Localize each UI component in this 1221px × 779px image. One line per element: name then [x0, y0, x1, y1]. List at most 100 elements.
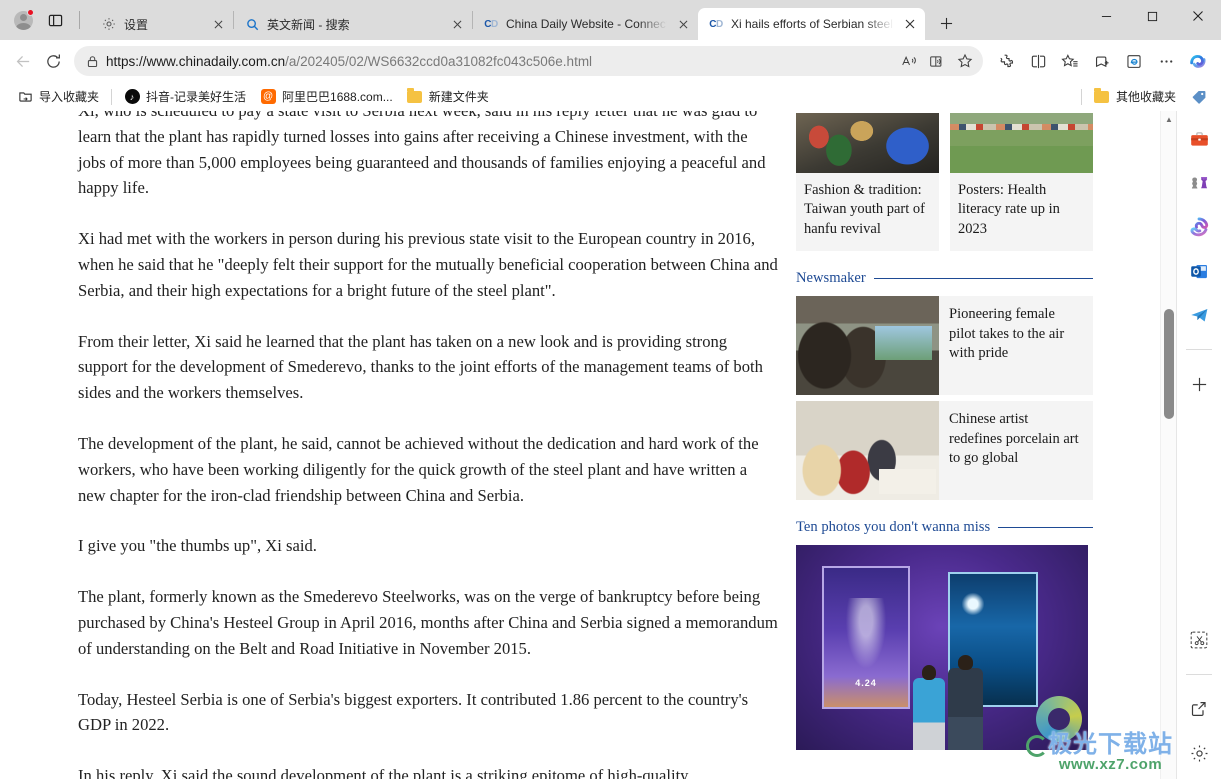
tab-settings[interactable]: 设置 [91, 8, 233, 40]
bookmark-import-favorites[interactable]: 导入收藏夹 [10, 85, 106, 108]
poster-left [822, 565, 910, 710]
outlook-icon[interactable] [1185, 257, 1213, 285]
window-controls [1083, 0, 1221, 40]
favorites-icon[interactable] [1055, 46, 1085, 76]
screenshot-icon[interactable] [1185, 626, 1213, 654]
bookmark-alibaba[interactable]: @ 阿里巴巴1688.com... [253, 85, 400, 108]
section-header-newsmaker: Newsmaker [796, 270, 1093, 287]
url-path: /a/202405/02/WS6632ccd0a31082fc043c506e.… [285, 53, 593, 69]
folder-icon [407, 87, 423, 105]
external-link-icon[interactable] [1185, 695, 1213, 723]
back-button[interactable] [8, 46, 38, 76]
tab-strip-divider [79, 11, 80, 29]
bookmark-label: 抖音-记录美好生活 [146, 90, 247, 104]
browser-sidebar [1176, 111, 1221, 779]
article-body: Xi, who is scheduled to pay a state visi… [78, 111, 778, 779]
bookmark-new-folder[interactable]: 新建文件夹 [400, 85, 496, 108]
address-bar[interactable]: https://www.chinadaily.com.cn/a/202405/0… [74, 46, 983, 76]
page-scrollbar[interactable]: ▲ [1160, 111, 1176, 779]
article-paragraph: The development of the plant, he said, c… [78, 433, 759, 505]
article-paragraph: From their letter, Xi said he learned th… [78, 331, 763, 403]
bookmark-label: 其他收藏夹 [1115, 90, 1176, 104]
sidebar-card-health-posters[interactable]: Posters: Health literacy rate up in 2023 [950, 113, 1093, 252]
extensions-icon[interactable] [991, 46, 1021, 76]
alibaba-icon: @ [260, 89, 276, 105]
article-paragraph: Today, Hesteel Serbia is one of Serbia's… [78, 689, 749, 735]
ten-photos-image[interactable] [796, 545, 1088, 751]
bookmarks-divider-right [1080, 88, 1082, 105]
hanfu-photo [796, 113, 939, 173]
minimize-button[interactable] [1083, 0, 1129, 32]
add-favorite-star-icon[interactable] [951, 48, 979, 74]
bookmark-douyin[interactable]: ♪ 抖音-记录美好生活 [117, 85, 253, 108]
sidebar-card-hanfu[interactable]: Fashion & tradition: Taiwan youth part o… [796, 113, 939, 252]
copilot-icon[interactable] [1185, 213, 1213, 241]
section-title: Newsmaker [796, 270, 866, 287]
reload-button[interactable] [38, 46, 68, 76]
plus-icon[interactable] [1185, 370, 1213, 398]
newsmaker-item-pilot[interactable]: Pioneering female pilot takes to the air… [796, 296, 1093, 396]
internet-explorer-mode-icon[interactable] [1119, 46, 1149, 76]
tab-strip: 设置 英文新闻 - 搜索 CD China Daily Website - Co… [0, 0, 1221, 40]
article-paragraph: The plant, formerly known as the Smedere… [78, 587, 778, 658]
close-window-button[interactable] [1175, 0, 1221, 32]
more-settings-icon[interactable] [1151, 46, 1181, 76]
viewer-person-right [947, 655, 983, 751]
chess-icon[interactable] [1185, 169, 1213, 197]
folder-icon [1094, 87, 1110, 105]
bookmark-label: 新建文件夹 [428, 90, 489, 104]
item-caption: Chinese artist redefines porcelain art t… [949, 411, 1079, 467]
close-icon[interactable] [674, 15, 692, 33]
tag-icon[interactable] [1191, 89, 1207, 105]
immersive-reader-icon[interactable] [923, 48, 951, 74]
scroll-up-arrow[interactable]: ▲ [1161, 115, 1177, 124]
close-icon[interactable] [448, 15, 466, 33]
bookmark-other-favorites[interactable]: 其他收藏夹 [1087, 85, 1183, 108]
close-icon[interactable] [209, 15, 227, 33]
new-tab-button[interactable] [931, 8, 961, 38]
tab-english-news-search[interactable]: 英文新闻 - 搜索 [234, 8, 472, 40]
card-caption: Posters: Health literacy rate up in 2023 [958, 182, 1060, 237]
bookmark-label: 导入收藏夹 [39, 90, 100, 104]
sidebar-divider-bottom [1186, 674, 1212, 675]
bookmarks-divider [111, 88, 113, 105]
chinadaily-icon: CD [484, 18, 498, 30]
section-header-ten-photos: Ten photos you don't wanna miss [796, 519, 1093, 536]
section-rule [873, 278, 1093, 280]
telegram-icon[interactable] [1185, 301, 1213, 329]
item-caption: Pioneering female pilot takes to the air… [949, 306, 1065, 362]
split-screen-icon[interactable] [1023, 46, 1053, 76]
newsmaker-item-porcelain[interactable]: Chinese artist redefines porcelain art t… [796, 401, 1093, 501]
tab-actions-icon[interactable] [42, 7, 68, 33]
read-aloud-icon[interactable] [895, 48, 923, 74]
close-icon[interactable] [901, 15, 919, 33]
bookmark-label: 阿里巴巴1688.com... [282, 90, 393, 104]
page-sidebar: Fashion & tradition: Taiwan youth part o… [796, 111, 1093, 779]
page-scrollbar-thumb[interactable] [1164, 309, 1174, 419]
chinadaily-article-page: Xi, who is scheduled to pay a state visi… [0, 111, 1160, 779]
search-icon [244, 16, 260, 32]
copilot-icon[interactable] [1183, 46, 1213, 76]
collections-icon[interactable] [1087, 46, 1117, 76]
tab-title: 设置 [124, 17, 149, 32]
tab-china-daily-website[interactable]: CD China Daily Website - Connecti [473, 8, 698, 40]
tab-xi-hails-efforts[interactable]: CD Xi hails efforts of Serbian steel [698, 8, 925, 40]
tab-title: Xi hails efforts of Serbian steel [731, 17, 893, 31]
section-title: Ten photos you don't wanna miss [796, 519, 991, 536]
section-rule [998, 527, 1093, 529]
url-domain: https://www.chinadaily.com.cn [106, 53, 286, 69]
tab-title: 英文新闻 - 搜索 [267, 17, 350, 32]
chinadaily-logo-watermark [1036, 696, 1083, 743]
briefcase-icon[interactable] [1185, 125, 1213, 153]
article-paragraph: In his reply, Xi said the sound developm… [78, 766, 689, 779]
maximize-button[interactable] [1129, 0, 1175, 32]
article-paragraph: Xi, who is scheduled to pay a state visi… [78, 111, 766, 198]
porcelain-photo [796, 401, 939, 501]
tab-strip-left-controls [0, 0, 91, 40]
site-security-lock-icon[interactable] [80, 49, 104, 73]
gear-icon [101, 16, 117, 32]
card-caption: Fashion & tradition: Taiwan youth part o… [804, 182, 925, 237]
sidebar-divider [1186, 349, 1212, 350]
gear-icon[interactable] [1185, 739, 1213, 767]
profile-avatar-button[interactable] [10, 7, 36, 33]
